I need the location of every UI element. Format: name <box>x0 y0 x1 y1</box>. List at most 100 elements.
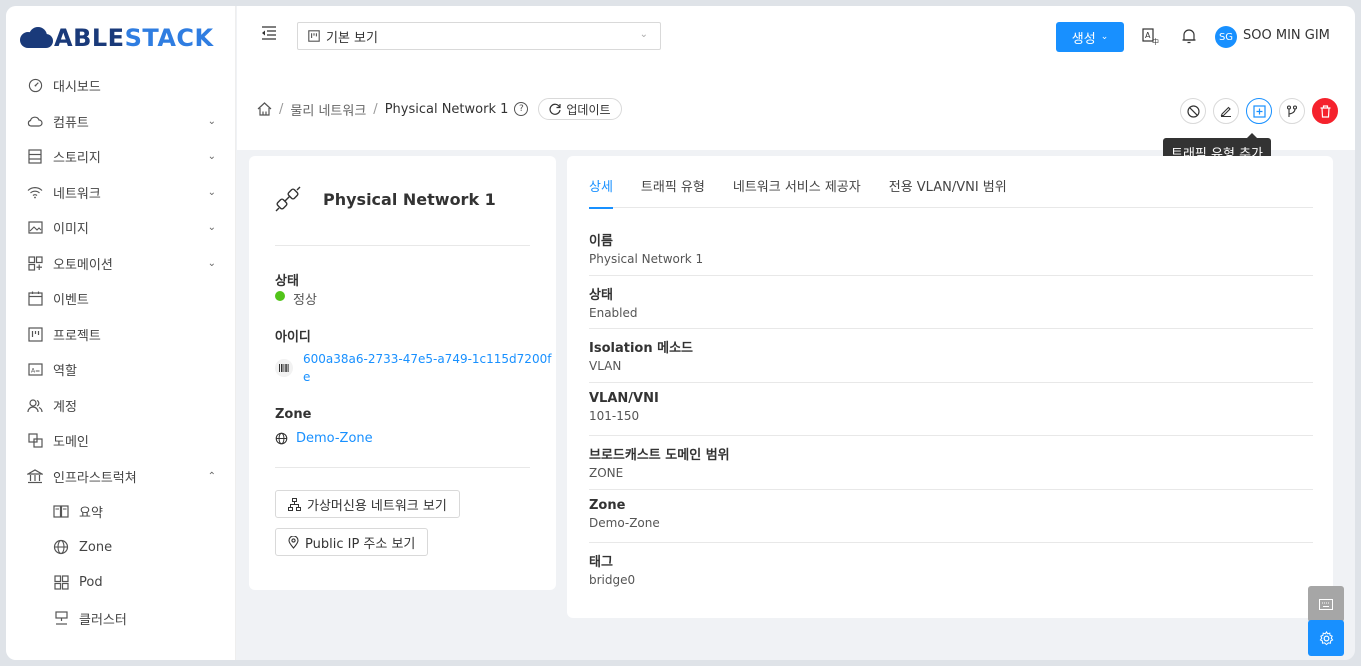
breadcrumb-separator: / <box>373 101 378 117</box>
tab-bar: 상세 트래픽 유형 네트워크 서비스 제공자 전용 VLAN/VNI 범위 <box>589 176 1313 209</box>
state-value: 정상 <box>275 289 317 308</box>
detail-value: bridge0 <box>589 573 636 587</box>
sidebar: ABLESTACK 대시보드 컴퓨트 ⌄ 스토리지 ⌄ 네트워크 ⌄ 이미지 ⌄… <box>6 6 236 660</box>
update-network-button[interactable] <box>1279 98 1305 124</box>
detail-key: 이름 <box>589 234 613 249</box>
tab-traffic-types[interactable]: 트래픽 유형 <box>641 176 705 208</box>
detail-value: 101-150 <box>589 409 640 423</box>
chevron-down-icon: ⌄ <box>1100 32 1109 42</box>
sidebar-item-domain[interactable]: 도메인 <box>6 423 236 459</box>
resource-summary-card: Physical Network 1 상태 정상 아이디 600a38a6-27… <box>249 156 556 590</box>
sidebar-item-event[interactable]: 이벤트 <box>6 281 236 317</box>
sidebar-item-project[interactable]: 프로젝트 <box>6 317 236 353</box>
sidebar-item-label: 인프라스트럭쳐 <box>53 470 137 486</box>
sidebar-item-label: 도메인 <box>53 435 89 451</box>
detail-row: 태그 bridge0 <box>589 551 1313 597</box>
detail-value: ZONE <box>589 466 624 480</box>
avatar[interactable]: SG <box>1215 26 1237 48</box>
delete-button[interactable] <box>1312 98 1338 124</box>
resource-title-row: Physical Network 1 <box>275 186 496 212</box>
settings-button[interactable] <box>1308 620 1344 656</box>
edit-button[interactable] <box>1213 98 1239 124</box>
project-icon <box>27 326 43 342</box>
id-label: 아이디 <box>275 330 311 345</box>
block-icon <box>27 433 43 449</box>
sidebar-item-account[interactable]: 계정 <box>6 388 236 424</box>
team-icon <box>27 397 43 413</box>
sidebar-item-zone[interactable]: Zone <box>6 530 236 566</box>
sidebar-item-image[interactable]: 이미지 ⌄ <box>6 210 236 246</box>
sidebar-item-infrastructure[interactable]: 인프라스트럭쳐 ⌃ <box>6 459 236 495</box>
update-button[interactable]: 업데이트 <box>538 98 622 120</box>
sidebar-item-label: 계정 <box>53 399 77 415</box>
disable-button[interactable] <box>1180 98 1206 124</box>
sidebar-item-dashboard[interactable]: 대시보드 <box>6 68 236 104</box>
id-line-2: e <box>303 370 311 384</box>
breadcrumb-bar: / 물리 네트워크 / Physical Network 1 ? 업데이트 트래… <box>237 68 1355 166</box>
svg-text:中: 中 <box>1152 37 1159 45</box>
bell-icon[interactable] <box>1180 27 1198 45</box>
translate-icon[interactable]: A中 <box>1141 27 1159 45</box>
menu-fold-icon[interactable] <box>261 26 279 44</box>
detail-row: Isolation 메소드 VLAN <box>589 337 1313 383</box>
view-public-ip-button[interactable]: Public IP 주소 보기 <box>275 528 429 556</box>
wifi-icon <box>27 184 43 200</box>
tab-details[interactable]: 상세 <box>589 176 613 209</box>
breadcrumb-parent-link[interactable]: 물리 네트워크 <box>290 100 366 119</box>
sidebar-item-label: 이벤트 <box>53 293 89 309</box>
detail-row: 상태 Enabled <box>589 284 1313 329</box>
globe-icon <box>53 539 69 555</box>
tab-network-service-providers[interactable]: 네트워크 서비스 제공자 <box>733 176 861 208</box>
sidebar-item-storage[interactable]: 스토리지 ⌄ <box>6 139 236 175</box>
branches-icon <box>1286 104 1298 118</box>
state-label: 상태 <box>275 274 299 289</box>
details-card: 상세 트래픽 유형 네트워크 서비스 제공자 전용 VLAN/VNI 범위 이름… <box>567 156 1333 618</box>
detail-row: Zone Demo-Zone <box>589 498 1313 543</box>
detail-row: VLAN/VNI 101-150 <box>589 391 1313 436</box>
username[interactable]: SOO MIN GIM <box>1243 28 1330 43</box>
divider <box>275 245 530 246</box>
logo-text: ABLESTACK <box>54 24 214 52</box>
detail-key: Isolation 메소드 <box>589 341 693 356</box>
create-button-label: 생성 <box>1071 31 1096 47</box>
sidebar-item-label: 스토리지 <box>53 151 101 167</box>
home-icon[interactable] <box>257 102 272 116</box>
project-icon <box>308 30 320 42</box>
sidebar-item-label: 프로젝트 <box>53 328 101 344</box>
delete-icon <box>1320 104 1331 118</box>
id-link[interactable]: 600a38a6-2733-47e5-a749-1c115d7200f e <box>303 350 551 386</box>
cluster-icon <box>53 610 69 626</box>
sidebar-item-role[interactable]: A= 역할 <box>6 352 236 388</box>
schedule-icon <box>27 291 43 307</box>
chevron-up-icon: ⌃ <box>207 470 216 482</box>
update-button-label: 업데이트 <box>566 102 611 117</box>
avatar-initials: SG <box>1218 31 1234 43</box>
view-select[interactable]: 기본 보기 ⌄ <box>297 22 661 50</box>
keyboard-shortcut-button[interactable] <box>1308 586 1344 622</box>
detail-row: 이름 Physical Network 1 <box>589 230 1313 276</box>
sidebar-item-network[interactable]: 네트워크 ⌄ <box>6 175 236 211</box>
environment-icon <box>288 535 299 549</box>
sidebar-item-label: Pod <box>79 575 103 591</box>
sidebar-item-summary[interactable]: 요약 <box>6 494 236 530</box>
tab-dedicated-vlan-ranges[interactable]: 전용 VLAN/VNI 범위 <box>889 176 1007 208</box>
sidebar-item-automation[interactable]: 오토메이션 ⌄ <box>6 246 236 282</box>
logo[interactable]: ABLESTACK <box>18 24 214 52</box>
question-circle-icon[interactable]: ? <box>514 102 529 116</box>
globe-icon <box>275 432 288 445</box>
sidebar-item-label: 대시보드 <box>53 80 101 96</box>
view-vm-networks-button[interactable]: 가상머신용 네트워크 보기 <box>275 490 460 518</box>
sidebar-item-label: 클러스터 <box>79 612 127 628</box>
zone-link[interactable]: Demo-Zone <box>296 431 373 446</box>
add-traffic-type-button[interactable] <box>1246 98 1272 124</box>
detail-value: Physical Network 1 <box>589 252 704 266</box>
sidebar-item-pod[interactable]: Pod <box>6 565 236 601</box>
barcode-icon[interactable] <box>275 359 293 377</box>
sidebar-item-cluster[interactable]: 클러스터 <box>6 601 236 637</box>
sidebar-item-compute[interactable]: 컴퓨트 ⌄ <box>6 104 236 140</box>
logo-text-stack: STACK <box>124 24 214 52</box>
sidebar-item-label: Zone <box>79 539 113 555</box>
logo-text-able: ABLE <box>54 24 125 52</box>
create-button[interactable]: 생성 ⌄ <box>1056 22 1124 52</box>
status-dot <box>275 291 285 301</box>
